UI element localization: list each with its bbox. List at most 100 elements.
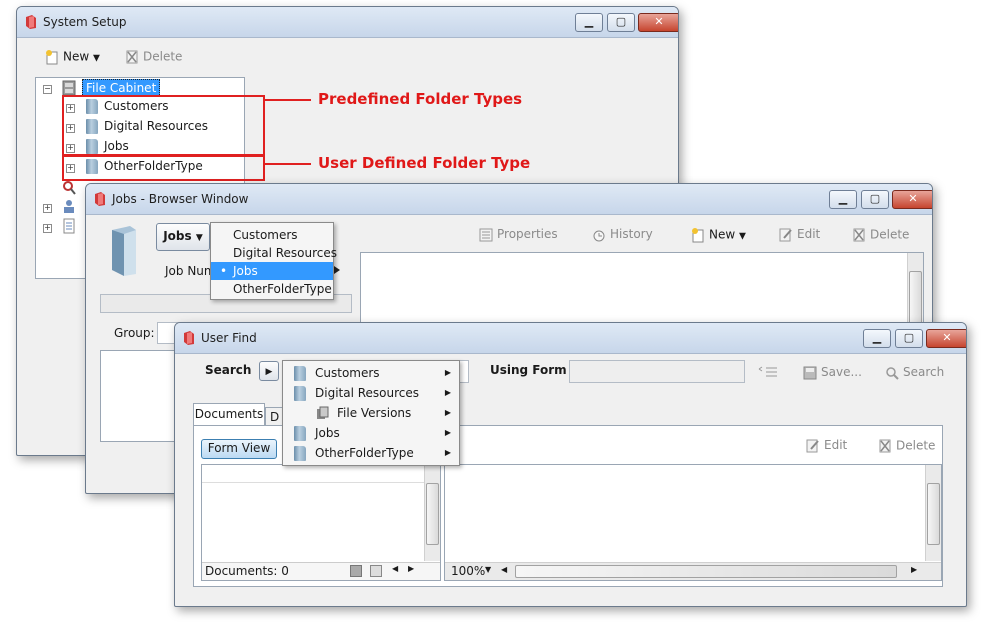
menu-item-label: OtherFolderType — [315, 446, 414, 460]
documents-list[interactable]: Documents: 0 ◀ ▶ — [201, 464, 441, 581]
folder-type-dropdown-button[interactable]: Jobs ▼ — [156, 223, 210, 251]
system-setup-titlebar[interactable]: System Setup ▁ ▢ ✕ — [17, 7, 678, 38]
history-button[interactable]: History — [592, 227, 653, 242]
search-type-menu-button[interactable]: ▶ — [259, 361, 279, 381]
scroll-left-icon[interactable]: ◀ — [392, 564, 398, 573]
collapse-toggle[interactable]: − — [43, 85, 52, 94]
folder-type-label: Jobs — [163, 229, 192, 243]
expand-toggle[interactable]: + — [43, 224, 52, 233]
delete-label: Delete — [896, 438, 936, 453]
edit-icon — [779, 228, 792, 241]
window-title: User Find — [201, 331, 257, 345]
using-form-field[interactable] — [569, 360, 745, 383]
chevron-down-icon: ▼ — [93, 53, 100, 64]
folder-type-menu: Customers Digital Resources • Jobs OtherF… — [210, 222, 337, 300]
scroll-left-icon[interactable]: ◀ — [501, 565, 507, 574]
browser-new-button[interactable]: New ▼ — [691, 227, 746, 243]
delete-button-label: Delete — [143, 49, 183, 64]
using-form-label: Using Form — [490, 363, 567, 377]
viewer-status-bar: 100% ▼ ◀ ▶ — [445, 562, 941, 580]
predefined-highlight-box — [62, 95, 265, 156]
scroll-thumb[interactable] — [426, 483, 439, 545]
menu-item-customers[interactable]: Customers ▶ — [283, 364, 459, 382]
menu-item-label: Jobs — [315, 426, 340, 440]
document-viewer[interactable]: 100% ▼ ◀ ▶ — [444, 464, 942, 581]
new-document-icon — [692, 228, 704, 243]
new-document-icon — [46, 50, 58, 65]
minimize-button[interactable]: ▁ — [829, 190, 857, 209]
documents-count: Documents: 0 — [205, 564, 289, 578]
folder-icon — [294, 426, 306, 441]
new-button[interactable]: New ▼ — [45, 49, 100, 65]
selected-dot-icon: • — [220, 264, 228, 278]
submenu-arrow-icon: ▶ — [444, 428, 451, 437]
user-find-titlebar[interactable]: User Find ▁ ▢ ✕ — [175, 323, 966, 354]
folder-icon — [294, 446, 306, 461]
form-options-icon[interactable] — [757, 365, 779, 379]
close-button[interactable]: ✕ — [638, 13, 678, 32]
browser-edit-button[interactable]: Edit — [779, 227, 820, 242]
browser-results-list[interactable] — [100, 350, 178, 442]
save-button[interactable]: Save... — [803, 365, 862, 380]
maximize-button[interactable]: ▢ — [607, 13, 635, 32]
window-title: Jobs - Browser Window — [112, 192, 249, 206]
close-button[interactable]: ✕ — [892, 190, 932, 209]
close-button[interactable]: ✕ — [926, 329, 966, 348]
history-icon — [593, 230, 605, 241]
properties-icon — [479, 228, 493, 241]
user-search-icon — [63, 181, 76, 195]
browser-delete-button[interactable]: Delete — [852, 227, 909, 243]
menu-item-otherfoldertype[interactable]: OtherFolderType — [211, 280, 333, 298]
delete-label: Delete — [870, 227, 910, 242]
menu-item-label: Customers — [315, 366, 380, 380]
folder-icon — [294, 386, 306, 401]
maximize-button[interactable]: ▢ — [861, 190, 889, 209]
scroll-right-icon[interactable]: ▶ — [911, 565, 917, 574]
submenu-arrow-icon: ▶ — [444, 388, 451, 397]
menu-item-otherfoldertype[interactable]: OtherFolderType ▶ — [283, 444, 459, 462]
scroll-thumb[interactable] — [927, 483, 940, 545]
minimize-button[interactable]: ▁ — [575, 13, 603, 32]
properties-button[interactable]: Properties — [479, 227, 558, 242]
submenu-arrow-icon: ▶ — [444, 368, 451, 377]
delete-document-icon — [879, 439, 891, 453]
menu-item-digital-resources[interactable]: Digital Resources — [211, 244, 337, 262]
table-view-icon[interactable] — [370, 565, 382, 577]
chevron-down-icon[interactable]: ▼ — [485, 565, 491, 574]
save-icon[interactable] — [350, 565, 362, 577]
zoom-level[interactable]: 100% — [451, 564, 485, 578]
new-label: New — [709, 227, 736, 242]
delete-button[interactable]: Delete — [125, 49, 182, 65]
minimize-button[interactable]: ▁ — [863, 329, 891, 348]
submenu-arrow-icon: ▶ — [444, 448, 451, 457]
save-icon — [803, 366, 817, 379]
chevron-right-icon: ▶ — [265, 367, 273, 377]
menu-item-label: File Versions — [337, 406, 412, 420]
app-logo-icon — [95, 192, 105, 206]
tab-documents[interactable]: Documents — [193, 403, 265, 426]
history-label: History — [610, 227, 653, 241]
scroll-right-icon[interactable]: ▶ — [408, 564, 414, 573]
submenu-arrow-icon: ▶ — [444, 408, 451, 417]
menu-item-jobs[interactable]: Jobs ▶ — [283, 424, 459, 442]
expand-toggle[interactable]: + — [43, 204, 52, 213]
browser-titlebar[interactable]: Jobs - Browser Window ▁ ▢ ✕ — [86, 184, 932, 215]
form-view-button[interactable]: Form View — [201, 439, 277, 459]
vertical-scrollbar[interactable] — [424, 465, 440, 561]
search-button-label: Search — [903, 365, 945, 379]
menu-item-file-versions[interactable]: File Versions ▶ — [283, 404, 459, 422]
file-versions-icon — [317, 406, 329, 419]
app-logo-icon — [26, 15, 36, 29]
menu-item-jobs[interactable]: • Jobs — [211, 262, 333, 280]
menu-item-digital-resources[interactable]: Digital Resources ▶ — [283, 384, 459, 402]
find-edit-button[interactable]: Edit — [806, 438, 847, 453]
chevron-down-icon: ▼ — [195, 233, 203, 243]
find-delete-button[interactable]: Delete — [878, 438, 935, 454]
horizontal-scroll-thumb[interactable] — [515, 565, 897, 578]
maximize-button[interactable]: ▢ — [895, 329, 923, 348]
vertical-scrollbar[interactable] — [925, 465, 941, 561]
search-button[interactable]: Search — [885, 365, 944, 380]
list-header — [202, 465, 424, 483]
menu-item-customers[interactable]: Customers — [211, 226, 333, 244]
properties-label: Properties — [497, 227, 558, 241]
